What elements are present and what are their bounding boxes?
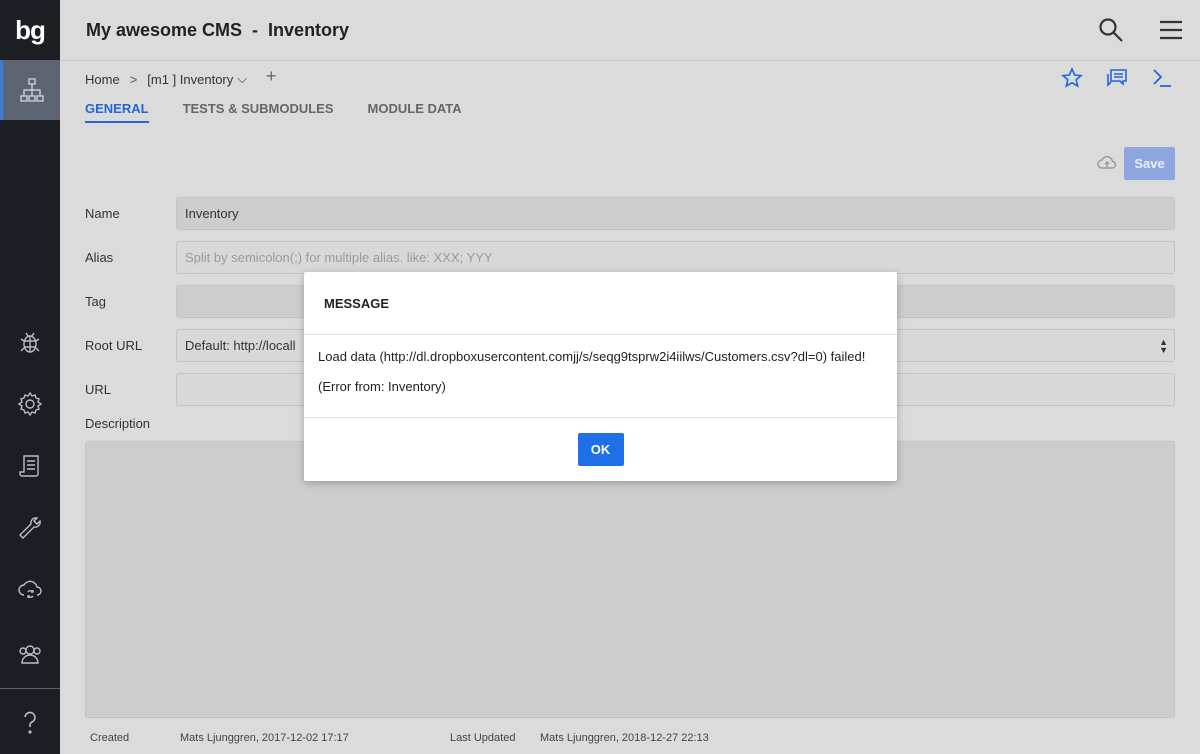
name-label: Name (85, 206, 120, 221)
root-url-value: Default: http://locall (185, 338, 296, 353)
star-icon (1061, 67, 1083, 88)
page-title: My awesome CMS - Inventory (86, 20, 350, 40)
sidebar-item-users[interactable] (0, 624, 60, 684)
name-value: Inventory (185, 206, 239, 221)
alias-placeholder: Split by semicolon(;) for multiple alias… (185, 250, 493, 265)
description-textarea[interactable] (85, 441, 1175, 718)
cloud-sync-icon (18, 580, 42, 598)
last-updated-value: Mats Ljunggren, 2018-12-27 22:13 (540, 732, 709, 744)
top-header: My awesome CMS - Inventory (60, 0, 1200, 61)
hamburger-menu-icon (1160, 20, 1182, 40)
alias-field[interactable]: Split by semicolon(;) for multiple alias… (176, 241, 1175, 274)
sidebar-item-logs[interactable] (0, 436, 60, 496)
breadcrumb-home[interactable]: Home (85, 72, 120, 87)
app-logo[interactable]: bg (0, 0, 60, 60)
scroll-icon (19, 455, 39, 477)
tab-general[interactable]: GENERAL (85, 101, 149, 123)
ok-button[interactable]: OK (577, 433, 624, 466)
name-field[interactable]: Inventory (176, 197, 1175, 230)
breadcrumb-separator: > (129, 71, 138, 87)
alias-label: Alias (85, 250, 114, 265)
comments-button[interactable] (1105, 66, 1129, 90)
select-arrows-icon: ▲ ▼ (1159, 337, 1168, 355)
error-message: Load data (http://dl.dropboxusercontent.… (318, 349, 866, 364)
sidebar-item-cloud-sync[interactable] (0, 560, 60, 620)
bug-icon (20, 332, 40, 353)
gear-icon (17, 391, 43, 417)
breadcrumb: Home > [m1 ] Inventory ⌵ (85, 71, 257, 87)
tab-module-data[interactable]: MODULE DATA (368, 101, 462, 123)
chevron-down-icon[interactable]: ⌵ (237, 71, 247, 87)
last-updated-label: Last Updated (450, 732, 516, 744)
terminal-icon (1153, 69, 1171, 87)
sidebar-item-debug[interactable] (0, 312, 60, 372)
dialog-body: Load data (http://dl.dropboxusercontent.… (304, 335, 897, 418)
description-label: Description (85, 416, 151, 431)
question-icon (24, 711, 36, 734)
add-tab-button[interactable]: + (266, 66, 277, 87)
tab-tests-submodules[interactable]: TESTS & SUBMODULES (183, 101, 334, 123)
dialog-title: MESSAGE (304, 272, 897, 335)
save-button[interactable]: Save (1124, 147, 1175, 180)
sidebar-divider (0, 688, 60, 689)
url-label: URL (85, 382, 112, 397)
breadcrumb-current[interactable]: [m1 ] Inventory (147, 72, 233, 87)
tab-bar: GENERAL TESTS & SUBMODULES MODULE DATA (85, 101, 496, 123)
users-icon (19, 645, 41, 664)
search-icon (1099, 18, 1123, 42)
cloud-upload-icon (1097, 155, 1117, 176)
favorite-button[interactable] (1060, 66, 1084, 90)
comments-icon (1107, 69, 1127, 87)
sidebar-item-help[interactable] (0, 692, 60, 752)
tag-label: Tag (85, 294, 106, 309)
created-value: Mats Ljunggren, 2017-12-02 17:17 (180, 732, 349, 744)
console-button[interactable] (1150, 66, 1174, 90)
sitemap-icon (19, 78, 44, 102)
message-dialog: MESSAGE Load data (http://dl.dropboxuser… (304, 272, 897, 481)
sidebar: bg (0, 0, 60, 754)
created-label: Created (90, 732, 130, 744)
search-button[interactable] (1096, 15, 1126, 45)
dialog-footer: OK (304, 418, 897, 481)
root-url-label: Root URL (85, 338, 143, 353)
menu-button[interactable] (1156, 15, 1186, 45)
wrench-icon (19, 517, 41, 539)
sidebar-item-sitemap[interactable] (0, 60, 60, 120)
error-source: (Error from: Inventory) (318, 379, 446, 394)
sidebar-item-settings[interactable] (0, 374, 60, 434)
sidebar-item-tools[interactable] (0, 498, 60, 558)
